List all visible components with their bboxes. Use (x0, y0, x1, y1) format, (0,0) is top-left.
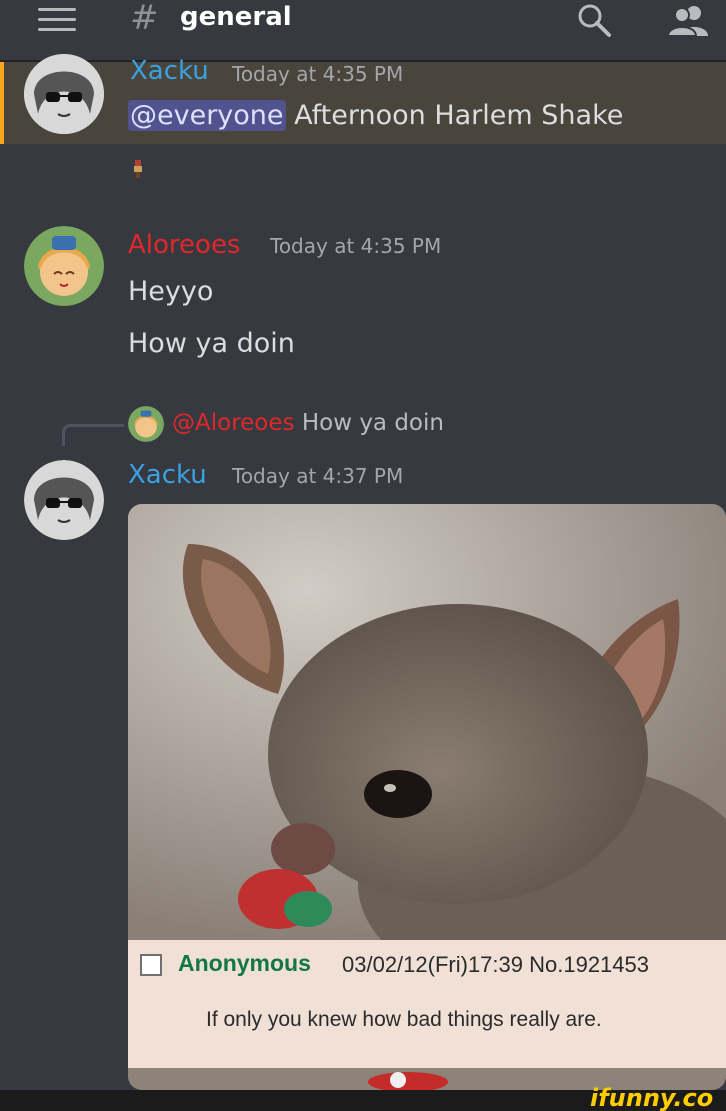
reply-avatar[interactable] (128, 406, 164, 442)
checkbox-icon (140, 954, 162, 976)
menu-icon[interactable] (38, 8, 76, 32)
message-author[interactable]: Xacku (128, 460, 207, 490)
avatar[interactable] (24, 460, 104, 540)
reply-mention[interactable]: @Aloreoes (172, 410, 295, 436)
channel-hash-icon: # (130, 0, 159, 38)
reply-text: How ya doin (301, 410, 444, 436)
sticker-icon (134, 160, 142, 178)
message-timestamp: Today at 4:35 PM (270, 234, 442, 258)
bushbaby-photo (128, 504, 726, 1004)
search-icon[interactable] (576, 2, 612, 38)
caption-text: If only you knew how bad things really a… (206, 1008, 602, 1031)
watermark: ifunny.co (590, 1084, 714, 1111)
everyone-mention[interactable]: @everyone (128, 100, 286, 131)
channel-header: # general (0, 0, 726, 62)
reply-preview[interactable]: @Aloreoes How ya doin (172, 410, 444, 436)
avatar[interactable] (24, 226, 104, 306)
message-text: Afternoon Harlem Shake (285, 100, 624, 131)
caption-name: Anonymous (178, 950, 311, 976)
channel-name: general (180, 2, 292, 32)
image-attachment[interactable]: Anonymous 03/02/12(Fri)17:39 No.1921453 … (128, 504, 726, 1090)
message-timestamp: Today at 4:37 PM (232, 464, 404, 488)
message-author[interactable]: Aloreoes (128, 230, 240, 260)
message-line: How ya doin (128, 328, 295, 359)
avatar[interactable] (24, 54, 104, 134)
caption-meta: 03/02/12(Fri)17:39 No.1921453 (342, 952, 649, 977)
message-line: Heyyo (128, 276, 214, 307)
greentext-caption: Anonymous 03/02/12(Fri)17:39 No.1921453 … (128, 940, 726, 1068)
message-timestamp: Today at 4:35 PM (232, 62, 404, 86)
message-author[interactable]: Xacku (130, 56, 209, 86)
reply-connector (62, 424, 124, 446)
message-content: @everyone Afternoon Harlem Shake (128, 100, 623, 131)
members-icon[interactable] (668, 2, 710, 38)
